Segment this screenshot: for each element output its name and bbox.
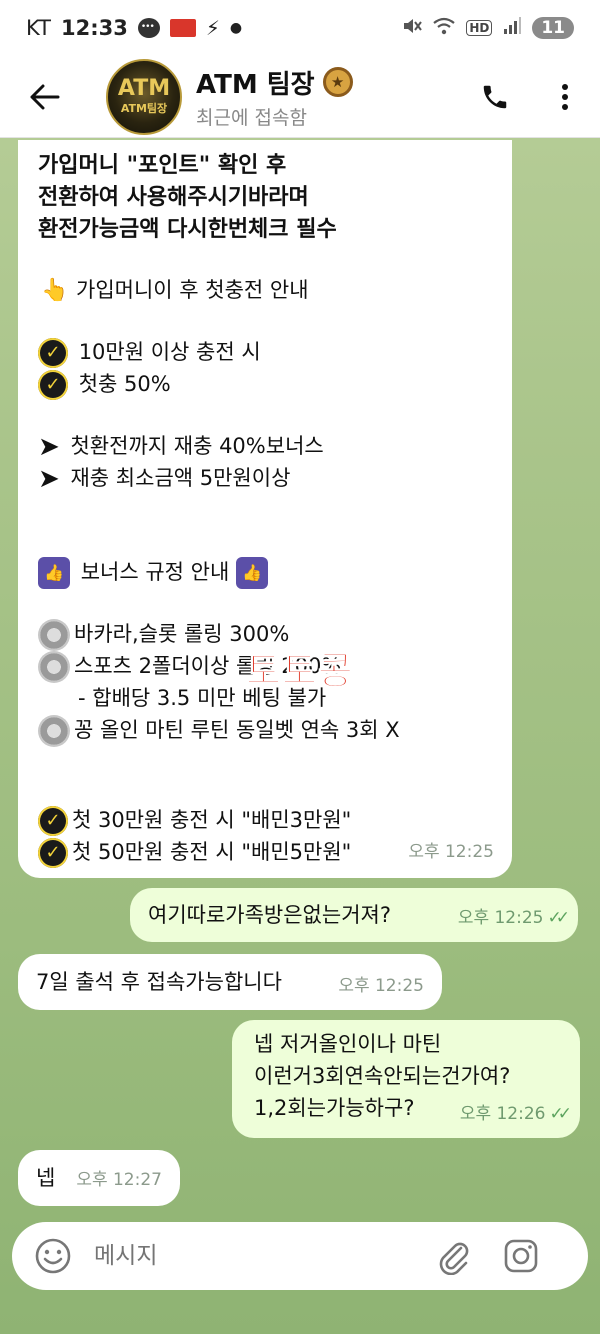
arrowhead-icon: ➤	[38, 432, 60, 462]
emoji-icon[interactable]	[34, 1237, 72, 1275]
message-line-row: ➤ 첫환전까지 재충 40%보너스	[38, 430, 324, 463]
hd-icon: HD	[466, 20, 493, 36]
message-line: 첫환전까지 재충 40%보너스	[70, 434, 324, 458]
verified-check-icon: ✓	[38, 338, 68, 368]
avatar[interactable]: ATM ATM팀장	[106, 58, 182, 135]
message-text: 넵	[36, 1166, 56, 1190]
chat-header: ATM ATM팀장 ATM 팀장 ★ 최근에 접속함	[0, 56, 600, 138]
message-line: 보너스 규정 안내	[80, 560, 230, 584]
message-line: 가입머니이 후 첫충전 안내	[76, 278, 309, 302]
dot-icon: ●	[229, 20, 243, 36]
back-button[interactable]	[0, 56, 90, 138]
message-line: 환전가능금액 다시한번체크 필수	[38, 217, 337, 242]
message-meta: 오후 12:26 ✓✓	[459, 1098, 572, 1130]
signal-icon	[502, 16, 522, 41]
more-vert-icon	[562, 83, 568, 110]
message-line: 꽁 올인 마틴 루틴 동일벳 연속 3회 X	[74, 718, 400, 742]
camera-button[interactable]	[502, 1237, 540, 1275]
message-line-row: 꽁 올인 마틴 루틴 동일벳 연속 3회 X	[38, 714, 400, 747]
message-line: 전환하여 사용해주시기바라며	[38, 185, 309, 210]
medal-icon: ★	[322, 67, 353, 97]
message-line-row: ➤ 재충 최소금액 5만원이상	[38, 462, 290, 495]
title-row: ATM 팀장 ★	[196, 64, 353, 101]
status-right: HD 11	[400, 16, 574, 41]
chat-status: 최근에 접속함	[196, 106, 307, 129]
message-bubble-incoming[interactable]: 넵 오후 12:27	[18, 1150, 180, 1206]
wifi-icon	[432, 16, 456, 41]
chat-title: ATM 팀장	[196, 69, 315, 100]
gear-icon	[38, 715, 70, 747]
back-arrow-icon	[30, 84, 60, 109]
status-left: KT 12:33 ⚡ ●	[26, 16, 242, 40]
status-bar: KT 12:33 ⚡ ● HD 11	[0, 0, 600, 56]
message-line-row: ✓ 첫 30만원 충전 시 "배민3만원"	[38, 804, 351, 836]
thumbs-up-icon: 👍	[235, 557, 268, 589]
message-line-row: ✓ 첫 50만원 충전 시 "배민5만원"	[38, 836, 351, 868]
bolt-icon: ⚡	[205, 16, 220, 40]
message-line-row: 👍 보너스 규정 안내 👍	[38, 556, 272, 589]
message-line: 첫 50만원 충전 시 "배민5만원"	[72, 840, 352, 864]
message-input[interactable]	[94, 1243, 424, 1269]
message-line-row: 👆 가입머니이 후 첫충전 안내	[38, 274, 309, 308]
message-text: 7일 출석 후 접속가능합니다	[36, 970, 282, 994]
message-time: 오후 12:25	[457, 908, 544, 928]
message-bubble-outgoing[interactable]: 넵 저거올인이나 마틴 이런거3회연속안되는건가여? 1,2회는가능하구? 오후…	[232, 1020, 580, 1138]
message-line: 첫 30만원 충전 시 "배민3만원"	[72, 808, 352, 832]
message-meta: 오후 12:25 ✓✓	[457, 902, 570, 934]
message-line: 재충 최소금액 5만원이상	[70, 466, 291, 490]
message-text: 여기따로가족방은없는거져?	[148, 903, 391, 927]
message-text: 넵 저거올인이나 마틴	[254, 1032, 442, 1056]
clock: 12:33	[60, 16, 128, 40]
message-time: 오후 12:25	[408, 842, 494, 862]
message-line: 10만원 이상 충전 시	[78, 340, 261, 364]
carrier-label: KT	[26, 16, 51, 40]
camera-icon	[504, 1239, 538, 1273]
phone-icon	[483, 85, 507, 108]
battery-level: 11	[532, 17, 574, 39]
message-bubble-incoming[interactable]: 7일 출석 후 접속가능합니다 오후 12:25	[18, 954, 442, 1010]
thumbs-up-icon: 👍	[38, 557, 70, 589]
mute-icon	[400, 16, 423, 41]
message-bubble-incoming[interactable]: 가입머니 "포인트" 확인 후 전환하여 사용해주시기바라며 환전가능금액 다시…	[18, 140, 512, 878]
message-line: 가입머니 "포인트" 확인 후	[38, 153, 287, 178]
message-time: 오후 12:25	[338, 976, 424, 996]
double-check-icon: ✓✓	[549, 1104, 572, 1124]
attach-button[interactable]	[434, 1237, 472, 1275]
verified-check-icon: ✓	[38, 838, 68, 868]
message-bubble-outgoing[interactable]: 여기따로가족방은없는거져? 오후 12:25 ✓✓	[130, 888, 578, 942]
gear-icon	[38, 651, 70, 683]
avatar-sub-text: ATM팀장	[120, 101, 168, 115]
red-app-icon	[169, 19, 196, 37]
watermark: 토토콩	[246, 649, 354, 694]
message-input-bar	[12, 1222, 588, 1290]
tap-hand-icon: 👆	[41, 278, 69, 303]
more-options-button[interactable]	[530, 56, 600, 138]
header-text[interactable]: ATM 팀장 ★ 최근에 접속함	[196, 64, 353, 130]
paperclip-icon	[439, 1242, 469, 1275]
avatar-logo-text: ATM	[117, 75, 171, 101]
message-time: 오후 12:26	[459, 1104, 546, 1124]
message-line-row: ✓ 10만원 이상 충전 시	[38, 336, 261, 368]
message-text: 이런거3회연속안되는건가여?	[254, 1064, 511, 1088]
message-line-row: ✓ 첫충 50%	[38, 368, 171, 400]
chat-bubble-icon	[137, 18, 160, 38]
double-check-icon: ✓✓	[547, 908, 570, 928]
message-time: 오후 12:27	[76, 1170, 162, 1190]
call-button[interactable]	[460, 56, 530, 138]
header-actions	[460, 56, 600, 138]
message-line: 첫충 50%	[78, 372, 171, 396]
gear-icon	[38, 619, 70, 651]
arrowhead-icon: ➤	[38, 464, 60, 494]
verified-check-icon: ✓	[38, 370, 68, 400]
verified-check-icon: ✓	[38, 806, 68, 836]
